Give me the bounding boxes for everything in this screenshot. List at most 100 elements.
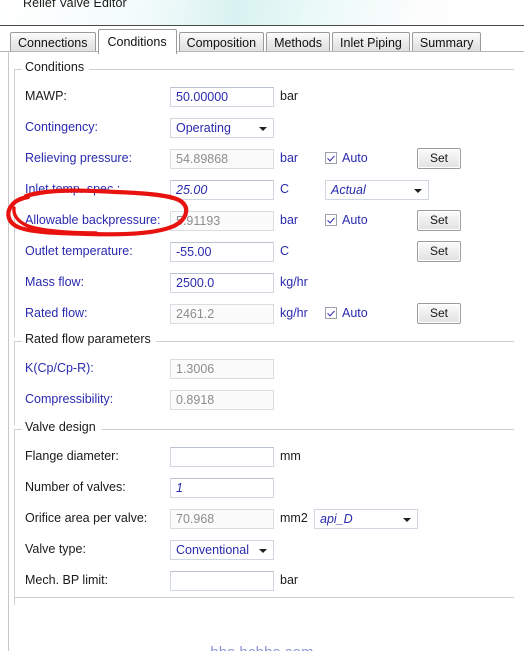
row-flange-diameter: Flange diameter: mm [14,447,514,469]
valve-type-select[interactable]: Conventional [170,540,274,560]
contingency-value: Operating [176,121,231,135]
panel-left-rail [8,52,9,651]
number-of-valves-value: 1 [176,481,183,495]
relieving-pressure-value: 54.89868 [176,152,229,166]
rated-flow-unit: kg/hr [280,306,308,320]
conditions-tab-panel: Conditions MAWP: 50.00000 bar Contingenc… [0,51,524,651]
checkbox-checked-icon [325,214,337,226]
row-valve-type: Valve type: Conventional [14,540,514,562]
row-outlet-temperature: Outlet temperature: -55.00 C Set [14,241,514,264]
flange-diameter-label: Flange diameter: [25,449,119,463]
outlet-temperature-unit: C [280,244,290,258]
orifice-standard-value: api_D [320,512,353,526]
allowable-backpressure-label: Allowable backpressure: [25,213,161,227]
outlet-temperature-label: Outlet temperature: [25,244,133,258]
mass-flow-value: 2500.0 [176,276,215,290]
rated-flow-label: Rated flow: [25,306,88,320]
chevron-down-icon [414,189,422,193]
outlet-temperature-value: -55.00 [176,245,212,259]
mawp-unit: bar [280,89,299,103]
row-inlet-temp-spec: Inlet temp. spec.: 25.00 C Actual [14,180,514,202]
mech-bp-limit-label: Mech. BP limit: [25,573,109,587]
mech-bp-limit-unit: bar [280,573,299,587]
relieving-pressure-set-button[interactable]: Set [417,148,461,169]
mawp-label: MAWP: [25,89,67,103]
orifice-area-input[interactable]: 70.968 [170,509,274,529]
watermark-url: bbs.hcbbs.com [0,644,524,651]
outlet-temperature-set-button[interactable]: Set [417,241,461,262]
chevron-down-icon [259,127,267,131]
tab-summary[interactable]: Summary [411,32,482,53]
inlet-temp-spec-value: 25.00 [176,183,208,197]
rated-flow-set-button[interactable]: Set [417,303,461,324]
k-ratio-input[interactable]: 1.3006 [170,359,274,379]
chevron-down-icon [403,518,411,522]
compressibility-input[interactable]: 0.8918 [170,390,274,410]
number-of-valves-label: Number of valves: [25,480,126,494]
group-rated-flow-border-left [14,341,15,425]
compressibility-value: 0.8918 [176,393,215,407]
inlet-temp-spec-label: Inlet temp. spec.: [25,182,121,196]
k-ratio-value: 1.3006 [176,362,215,376]
allowable-backpressure-input[interactable]: 5.91193 [170,211,274,231]
inlet-temp-spec-input[interactable]: 25.00 [170,180,274,200]
orifice-area-unit: mm2 [280,511,308,525]
tab-list: Connections Conditions Composition Metho… [10,29,483,54]
rated-flow-auto-label: Auto [342,306,368,320]
group-rated-flow-title: Rated flow parameters [22,332,156,346]
chevron-down-icon [259,549,267,553]
row-orifice-area: Orifice area per valve: 70.968 mm2 api_D [14,509,514,531]
orifice-area-value: 70.968 [176,512,215,526]
checkbox-checked-icon [325,152,337,164]
compressibility-label: Compressibility: [25,392,114,406]
relieving-pressure-label: Relieving pressure: [25,151,132,165]
rated-flow-value: 2461.2 [176,307,215,321]
valve-type-label: Valve type: [25,542,86,556]
forum-watermark: bbs.hcbbs.com 海川化工论坛 [0,644,524,651]
contingency-select[interactable]: Operating [170,118,274,138]
allowable-backpressure-set-button[interactable]: Set [417,210,461,231]
row-mass-flow: Mass flow: 2500.0 kg/hr [14,273,514,295]
row-mech-bp-limit: Mech. BP limit: bar [14,571,514,593]
orifice-area-label: Orifice area per valve: [25,511,148,525]
tab-inlet-piping[interactable]: Inlet Piping [332,32,410,53]
allowable-backpressure-value: 5.91193 [176,214,221,228]
window-titlebar: Relief Valve Editor [0,0,524,26]
inlet-temp-spec-mode-value: Actual [331,183,366,197]
group-conditions-title: Conditions [22,60,90,74]
contingency-label: Contingency: [25,120,98,134]
tab-conditions[interactable]: Conditions [97,29,177,54]
row-relieving-pressure: Relieving pressure: 54.89868 bar Auto Se… [14,148,514,171]
mawp-input[interactable]: 50.00000 [170,87,274,107]
allowable-backpressure-auto-label: Auto [342,213,368,227]
flange-diameter-input[interactable] [170,447,274,467]
outlet-temperature-input[interactable]: -55.00 [170,242,274,262]
relieving-pressure-auto-label: Auto [342,151,368,165]
mass-flow-label: Mass flow: [25,275,85,289]
tab-strip: Connections Conditions Composition Metho… [0,26,524,54]
relief-valve-editor-window: Relief Valve Editor Connections Conditio… [0,0,524,651]
group-conditions-border-left [14,69,15,337]
inlet-temp-spec-unit: C [280,182,290,196]
k-ratio-label: K(Cp/Cp-R): [25,361,94,375]
window-title: Relief Valve Editor [23,0,127,10]
number-of-valves-input[interactable]: 1 [170,478,274,498]
orifice-standard-select[interactable]: api_D [314,509,418,529]
valve-type-value: Conventional [176,543,249,557]
tab-composition[interactable]: Composition [178,32,265,53]
relieving-pressure-input[interactable]: 54.89868 [170,149,274,169]
mass-flow-input[interactable]: 2500.0 [170,273,274,293]
tab-connections[interactable]: Connections [10,32,96,53]
relieving-pressure-unit: bar [280,151,299,165]
flange-diameter-unit: mm [280,449,301,463]
checkbox-checked-icon [325,307,337,319]
rated-flow-input[interactable]: 2461.2 [170,304,274,324]
row-compressibility: Compressibility: 0.8918 [14,390,514,412]
tab-methods[interactable]: Methods [266,32,331,53]
group-valve-design-title: Valve design [22,420,101,434]
row-k-ratio: K(Cp/Cp-R): 1.3006 [14,359,514,381]
row-allowable-backpressure: Allowable backpressure: 5.91193 bar Auto… [14,210,514,233]
mech-bp-limit-input[interactable] [170,571,274,591]
inlet-temp-spec-mode-select[interactable]: Actual [325,180,429,200]
row-number-of-valves: Number of valves: 1 [14,478,514,500]
